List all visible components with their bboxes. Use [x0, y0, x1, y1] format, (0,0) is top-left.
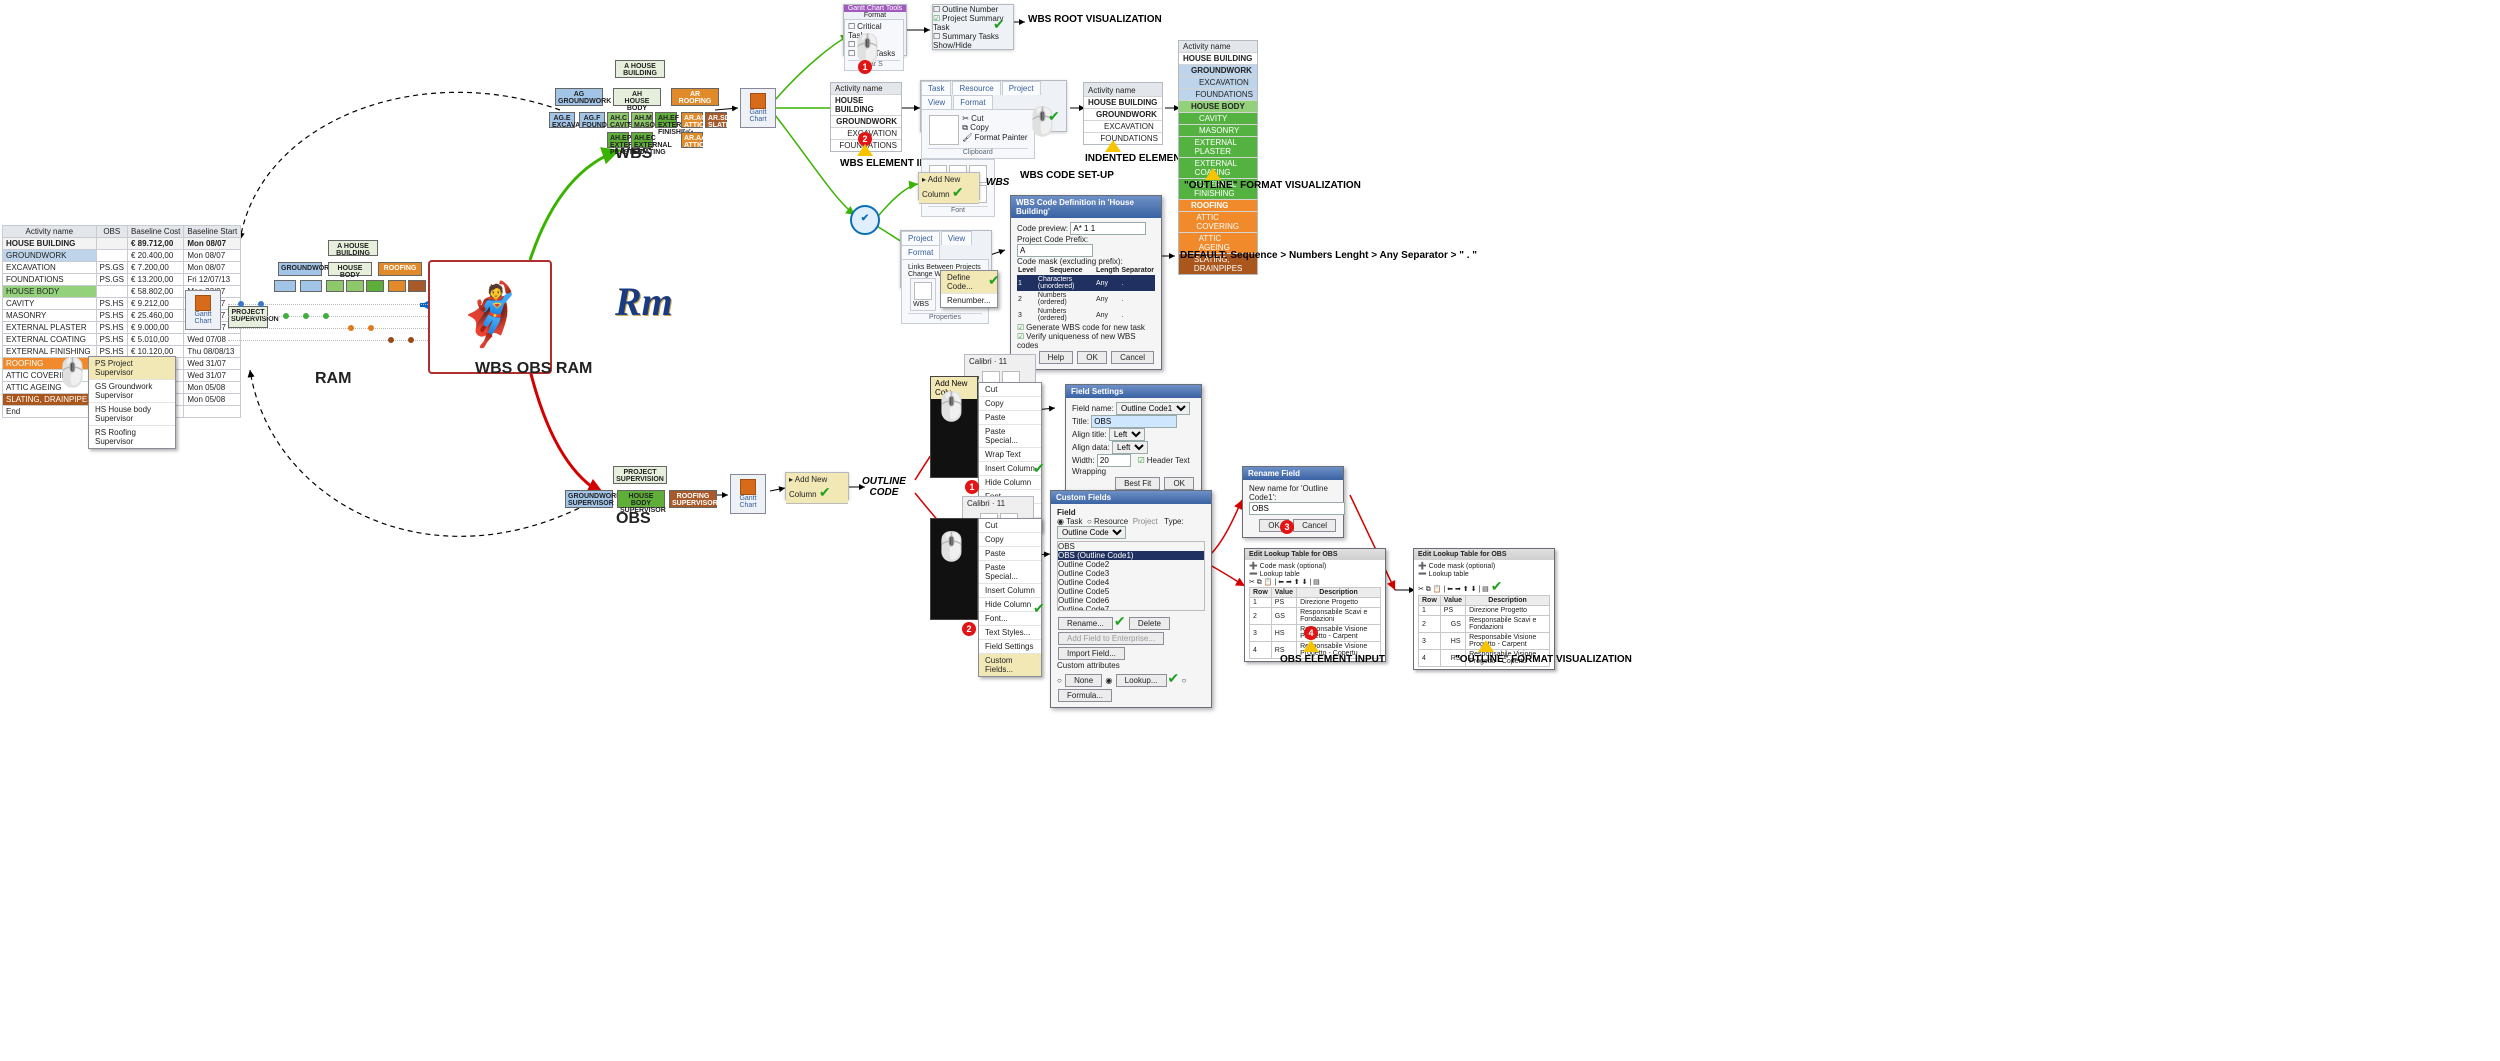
cancel-button[interactable]: Cancel [1111, 351, 1154, 364]
check-icon: ✔ [1048, 108, 1060, 125]
step-4: 4 [1304, 626, 1318, 640]
cap-wbs-code: WBS CODE SET-UP [1020, 170, 1114, 181]
rename-button[interactable]: Rename... [1058, 617, 1113, 630]
paste-icon[interactable] [929, 115, 959, 145]
obs-root: PROJECT SUPERVISION [613, 466, 667, 484]
ok-button[interactable]: OK [1164, 477, 1194, 490]
callout-icon [857, 144, 873, 156]
obs-node: ROOFING SUPERVISOR [669, 490, 717, 508]
cap-outline-format: "OUTLINE" FORMAT VISUALIZATION [1184, 180, 1361, 191]
check-icon: ✔ [993, 16, 1005, 33]
obs-dropdown[interactable]: PS Project Supervisor GS Groundwork Supe… [88, 356, 176, 449]
wbs-leaf: AH.EF EXTERNAL FINISHING [655, 112, 677, 128]
wbs-italic: WBS [986, 177, 1009, 188]
step-1: 1 [858, 60, 872, 74]
delete-button[interactable]: Delete [1129, 617, 1170, 630]
check-icon: ✔ [1033, 600, 1045, 617]
cap-default: DEFAULT: Sequence > Numbers Lenght > Any… [1180, 250, 1477, 261]
wbs-leaf: AR.AA ATTIC AGEING [681, 132, 703, 148]
wbs-leaf: AR.AC ATTIC COVERING [681, 112, 703, 128]
lookup-button[interactable]: Lookup... [1116, 674, 1167, 687]
wbs-leaf: AH.C CAVITY [607, 112, 629, 128]
wbs-icon[interactable] [914, 282, 932, 300]
step-3: 3 [1280, 520, 1294, 534]
activity-name-outline: Activity name HOUSE BUILDINGGROUNDWORKEX… [1178, 40, 1258, 275]
step-2: 2 [962, 622, 976, 636]
wbs-l1: AHHOUSE BODY [613, 88, 661, 106]
bestfit-button[interactable]: Best Fit [1115, 477, 1160, 490]
rm-logo: Rm [615, 280, 673, 324]
mask-table[interactable]: LevelSequenceLengthSeparator 1Characters… [1017, 266, 1155, 323]
activity-name-mini-indented: Activity name HOUSE BUILDING GROUNDWORK … [1083, 82, 1163, 145]
gantt-chart-button[interactable]: Gantt Chart [740, 88, 776, 128]
wbs-l1: AGGROUNDWORK [555, 88, 603, 106]
add-column-panel[interactable]: ▸ Add New Column ✔ [785, 472, 849, 500]
superman-icon: 🦸 [428, 260, 552, 374]
check-icon: ✔ [1033, 460, 1045, 477]
callout-icon [1105, 140, 1121, 152]
title-input[interactable] [1091, 415, 1177, 428]
cap-obs-element: OBS ELEMENT INPUT [1280, 654, 1385, 665]
badge-icon: ✔ [850, 205, 880, 235]
outline-code-label: OUTLINE CODE [862, 476, 906, 498]
callout-icon [1478, 640, 1494, 652]
dlg-wbs-code[interactable]: WBS Code Definition in 'House Building' … [1010, 195, 1162, 370]
gantt-chart-button[interactable]: Gantt Chart [730, 474, 766, 514]
label-main: WBS OBS RAM [475, 360, 592, 378]
mouse-icon: 🖱️ [934, 530, 969, 563]
wbs-leaf: AG.E EXCAVATION [549, 112, 575, 128]
obs-node: GROUNDWORK SUPERVISOR [565, 490, 613, 508]
mouse-icon: 🖱️ [934, 390, 969, 423]
field-name-select[interactable]: Outline Code1 [1116, 402, 1190, 415]
step-1: 1 [965, 480, 979, 494]
rename-input[interactable] [1249, 502, 1345, 515]
callout-icon [1205, 168, 1221, 180]
obs-node: HOUSE BODY SUPERVISOR [617, 490, 665, 508]
wbs-leaf: AR.SD SLATING, DRAINPIPES [705, 112, 727, 128]
cap-outline-format2: "OUTLINE" FORMAT VISUALIZATION [1455, 654, 1632, 665]
check-icon: ✔ [988, 272, 1000, 289]
wbs-leaf: AH.EP EXTERNAL PLASTER [607, 132, 629, 148]
gantt-chart-button[interactable]: Gantt Chart [185, 290, 221, 330]
context-menu[interactable]: Cut Copy Paste Paste Special... Insert C… [978, 518, 1042, 677]
callout-icon [1303, 640, 1319, 652]
add-column-panel[interactable]: ▸ Add New Column ✔ [918, 172, 980, 200]
code-preview[interactable] [1070, 222, 1146, 235]
cancel-button[interactable]: Cancel [1293, 519, 1336, 532]
ok-button[interactable]: OK [1077, 351, 1107, 364]
wbs-leaf: AH.M MASONRY [631, 112, 653, 128]
mouse-icon: 🖱️ [55, 356, 90, 389]
wbs-leaf: AG.F FOUNDATIONS [579, 112, 605, 128]
help-button[interactable]: Help [1039, 351, 1073, 364]
wbs-l1: ARROOFING [671, 88, 719, 106]
label-ram: RAM [315, 370, 351, 388]
dlg-custom-fields[interactable]: Custom Fields Field ◉ Task ○ Resource Pr… [1050, 490, 1212, 708]
code-prefix[interactable] [1017, 244, 1093, 257]
wbs-leaf: AH.EC EXTERNAL COATING [631, 132, 653, 148]
wbs-root: A HOUSE BUILDING [615, 60, 665, 78]
cap-wbs-root: WBS ROOT VISUALIZATION [1028, 14, 1162, 25]
